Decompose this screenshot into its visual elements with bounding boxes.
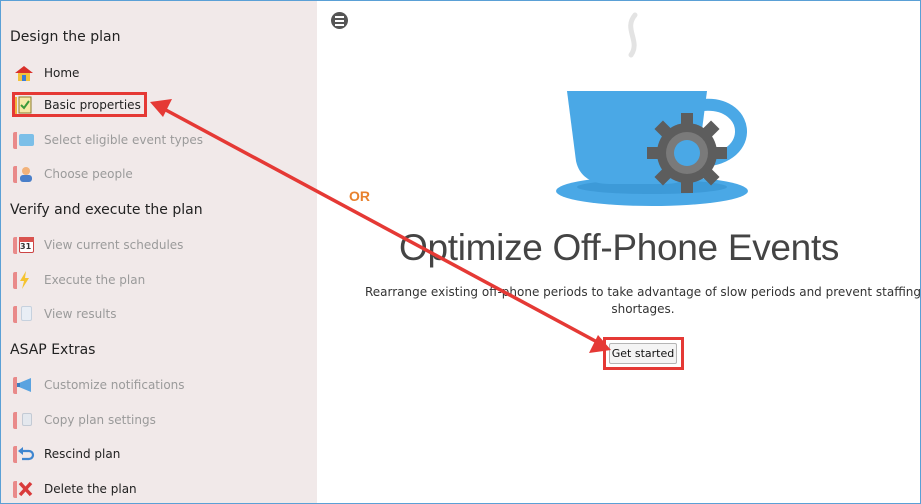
annotation-arrow [150, 99, 611, 353]
app-window: Design the plan Home Basic properties Se… [0, 0, 921, 504]
